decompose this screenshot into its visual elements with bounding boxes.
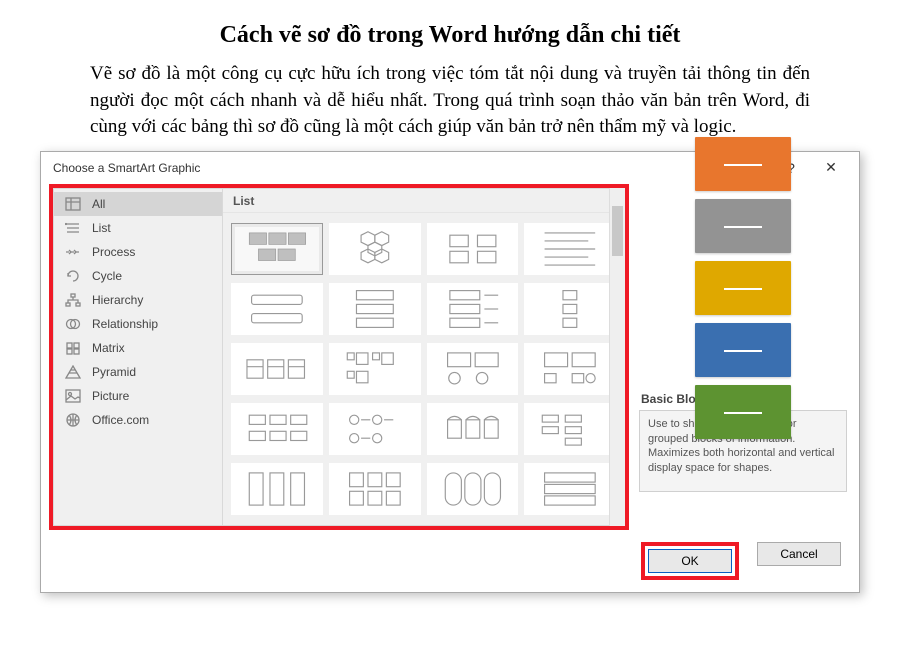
thumb-horizontal-bullet[interactable]: [231, 343, 323, 395]
category-cycle[interactable]: Cycle: [54, 264, 222, 288]
dialog-body: All List Process: [41, 184, 859, 534]
cancel-button[interactable]: Cancel: [757, 542, 841, 566]
relationship-icon: [64, 316, 82, 332]
category-picture[interactable]: Picture: [54, 384, 222, 408]
matrix-icon: [64, 340, 82, 356]
thumb-square-accent[interactable]: [329, 343, 421, 395]
category-label: Office.com: [92, 413, 149, 427]
category-all[interactable]: All: [54, 192, 222, 216]
thumb-descending[interactable]: [524, 403, 616, 455]
all-icon: [64, 196, 82, 212]
globe-icon: [64, 412, 82, 428]
process-icon: [64, 244, 82, 260]
category-label: Relationship: [92, 317, 158, 331]
thumb-bending-picture[interactable]: [524, 343, 616, 395]
thumb-hexagon[interactable]: [329, 223, 421, 275]
category-label: Pyramid: [92, 365, 136, 379]
smartart-gallery[interactable]: [223, 213, 625, 526]
thumb-tabbed-arc[interactable]: [427, 403, 519, 455]
thumb-pill[interactable]: [427, 463, 519, 515]
thumb-increasing-circle[interactable]: [329, 403, 421, 455]
preview-block: [695, 199, 791, 253]
category-list: All List Process: [53, 188, 223, 526]
category-relationship[interactable]: Relationship: [54, 312, 222, 336]
thumb-lined-list[interactable]: [524, 223, 616, 275]
thumb-basic-block-list[interactable]: [231, 223, 323, 275]
dialog-title: Choose a SmartArt Graphic: [53, 161, 771, 175]
category-list-item[interactable]: List: [54, 216, 222, 240]
category-matrix[interactable]: Matrix: [54, 336, 222, 360]
category-officecom[interactable]: Office.com: [54, 408, 222, 432]
preview-block: [695, 385, 791, 439]
ok-button-highlight: OK: [641, 542, 739, 580]
thumb-tab-list[interactable]: [231, 283, 323, 335]
ok-button[interactable]: OK: [648, 549, 732, 573]
dialog-footer: OK Cancel: [41, 534, 859, 592]
gallery-scrollbar[interactable]: [609, 188, 625, 526]
category-process[interactable]: Process: [54, 240, 222, 264]
preview-block: [695, 261, 791, 315]
gallery-header: List: [223, 188, 625, 213]
category-label: Process: [92, 245, 135, 259]
page-body: Vẽ sơ đồ là một công cụ cực hữu ích tron…: [90, 61, 810, 141]
hierarchy-icon: [64, 292, 82, 308]
thumb-table-list[interactable]: [524, 463, 616, 515]
thumb-picture-accent[interactable]: [427, 343, 519, 395]
thumb-vertical-bracket[interactable]: [427, 283, 519, 335]
pyramid-icon: [64, 364, 82, 380]
category-label: Hierarchy: [92, 293, 143, 307]
category-gallery-highlight: All List Process: [49, 184, 629, 530]
thumb-vertical-bullet[interactable]: [524, 283, 616, 335]
category-label: List: [92, 221, 111, 235]
preview-block: [695, 323, 791, 377]
scrollbar-thumb[interactable]: [612, 206, 623, 256]
category-label: All: [92, 197, 105, 211]
thumb-vertical-box2[interactable]: [231, 463, 323, 515]
category-label: Picture: [92, 389, 129, 403]
thumb-grid[interactable]: [329, 463, 421, 515]
picture-icon: [64, 388, 82, 404]
cycle-icon: [64, 268, 82, 284]
category-label: Matrix: [92, 341, 125, 355]
thumb-picture-caption[interactable]: [427, 223, 519, 275]
category-hierarchy[interactable]: Hierarchy: [54, 288, 222, 312]
close-button[interactable]: ✕: [811, 158, 851, 178]
category-label: Cycle: [92, 269, 122, 283]
list-icon: [64, 220, 82, 236]
preview-pane: Basic Block List Use to show non-sequent…: [629, 184, 859, 534]
preview-graphic: [639, 194, 847, 386]
thumb-vertical-box[interactable]: [329, 283, 421, 335]
page-title: Cách vẽ sơ đồ trong Word hướng dẫn chi t…: [0, 22, 900, 49]
preview-block: [695, 137, 791, 191]
gallery-area: List: [223, 188, 625, 526]
category-pyramid[interactable]: Pyramid: [54, 360, 222, 384]
thumb-stacked-list[interactable]: [231, 403, 323, 455]
smartart-dialog: Choose a SmartArt Graphic ? ✕ All: [40, 151, 860, 593]
